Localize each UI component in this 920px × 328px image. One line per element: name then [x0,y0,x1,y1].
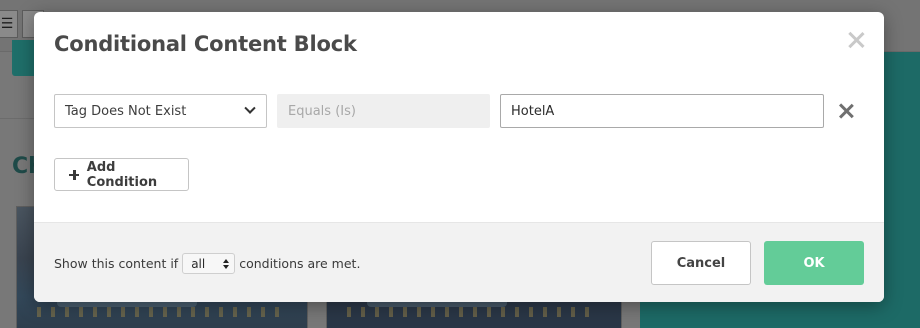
close-icon[interactable] [846,30,866,50]
condition-value-input[interactable] [500,94,824,128]
match-mode-select[interactable]: all [182,253,236,274]
footer-suffix: conditions are met. [239,256,361,271]
footer-condition-text: Show this content if all conditions are … [54,253,360,274]
condition-type-value: Tag Does Not Exist [65,103,187,119]
condition-operator-field: Equals (Is) [277,94,490,128]
condition-row: Tag Does Not Exist Equals (Is) [54,94,864,128]
modal-title: Conditional Content Block [54,32,357,56]
ok-button[interactable]: OK [764,241,864,285]
condition-type-select[interactable]: Tag Does Not Exist [54,94,267,128]
remove-condition-icon[interactable] [838,103,854,119]
cancel-button[interactable]: Cancel [651,241,751,285]
add-condition-button[interactable]: Add Condition [54,158,189,191]
footer-prefix: Show this content if [54,256,179,271]
match-mode-value: all [191,256,206,271]
chevron-down-icon [244,102,256,114]
conditional-content-modal: Conditional Content Block Tag Does Not E… [34,12,884,302]
modal-footer: Show this content if all conditions are … [34,222,884,302]
list-icon: ☰ [0,10,18,38]
add-condition-label: Add Condition [86,159,158,190]
updown-arrows-icon [223,258,230,269]
plus-icon [69,169,79,180]
